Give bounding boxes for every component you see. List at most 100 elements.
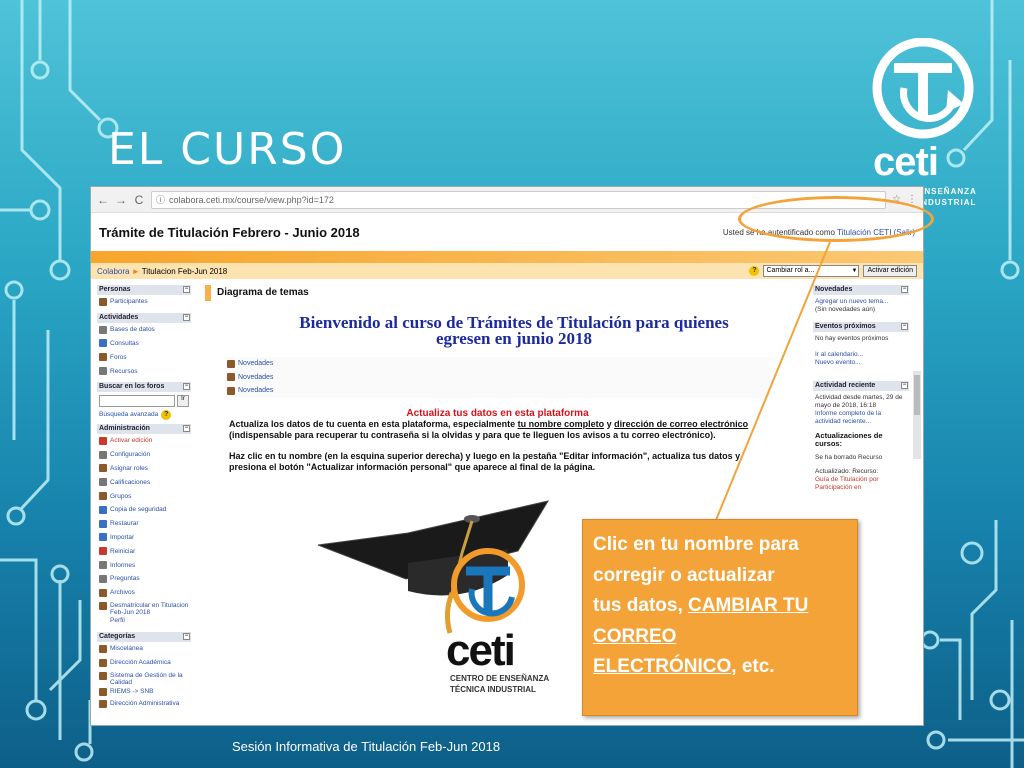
block-item[interactable]: Reiniciar: [97, 544, 191, 558]
page-scrollbar[interactable]: [913, 371, 921, 459]
course-title: Trámite de Titulación Febrero - Junio 20…: [99, 224, 360, 240]
news-item[interactable]: Novedades: [225, 357, 770, 371]
forum-search-input[interactable]: [99, 394, 175, 407]
block-buscar: Buscar en los foros − Ir Búsqueda avanzad…: [97, 381, 191, 420]
category-icon: [99, 644, 107, 653]
block-eventos: Eventos próximos − No hay eventos próximo…: [813, 322, 909, 367]
updated-item-link[interactable]: Guía de Titulación por Participación en: [815, 476, 907, 492]
callout-line-2: corregir o actualizar: [593, 564, 775, 586]
breadcrumb-arrow-icon: ►: [131, 266, 140, 276]
eventos-content: No hay eventos próximos Ir al calendario…: [813, 332, 909, 367]
collapse-icon[interactable]: −: [183, 424, 190, 432]
block-item[interactable]: Preguntas: [97, 572, 191, 586]
news-list: Novedades Novedades Novedades: [225, 357, 770, 398]
no-events-text: No hay eventos próximos: [815, 335, 889, 342]
block-item[interactable]: Informes: [97, 558, 191, 572]
block-item[interactable]: Asignar roles: [97, 462, 191, 476]
category-icon: [99, 687, 107, 696]
block-item[interactable]: Miscelánea: [97, 642, 191, 656]
block-actividad: Actividad reciente − Actividad desde mart…: [813, 381, 909, 492]
graduation-cap-icon: [317, 500, 550, 634]
block-header: Personas −: [97, 285, 191, 295]
block-administracion: Administración − Activar edición Configur…: [97, 423, 191, 625]
block-item[interactable]: Foros: [97, 350, 191, 364]
collapse-icon[interactable]: −: [183, 313, 190, 321]
collapse-icon[interactable]: −: [183, 382, 190, 390]
block-item[interactable]: Bases de datos: [97, 323, 191, 337]
block-item[interactable]: Consultas: [97, 337, 191, 351]
deleted-resource-text: Se ha borrado Recurso: [815, 454, 883, 461]
new-event-link[interactable]: Nuevo evento...: [815, 359, 907, 367]
collapse-icon[interactable]: −: [901, 382, 908, 389]
ceti-logo-subtitle: ENSEÑANZA INDUSTRIAL: [918, 186, 988, 208]
actividad-content: Actividad desde martes, 29 de mayo de 20…: [813, 391, 909, 492]
navigation-bar: Colabora ► Titulacion Feb-Jun 2018 ? Cam…: [91, 263, 923, 279]
add-topic-link[interactable]: Agregar un nuevo tema...: [815, 298, 907, 306]
block-item[interactable]: Dirección Administrativa: [97, 697, 191, 711]
folder-icon: [99, 588, 107, 597]
slide-footer: Sesión Informativa de Titulación Feb-Jun…: [232, 739, 501, 754]
unenrol-icon: [99, 601, 107, 610]
center-column: Diagrama de temas Bienvenido al curso de…: [205, 285, 803, 474]
block-header: Actividades −: [97, 312, 191, 323]
news-item[interactable]: Novedades: [225, 371, 770, 385]
block-item[interactable]: Dirección Académica: [97, 656, 191, 670]
block-item[interactable]: Recursos: [97, 364, 191, 378]
novedades-content: Agregar un nuevo tema... (Sin novedades …: [813, 295, 909, 314]
block-item[interactable]: RIEMS -> SNB: [97, 687, 191, 697]
block-item[interactable]: Copia de seguridad: [97, 503, 191, 517]
block-item[interactable]: Participantes: [97, 295, 191, 309]
calendar-link[interactable]: Ir al calendario...: [815, 351, 907, 359]
block-item[interactable]: Configuración: [97, 448, 191, 462]
block-header: Buscar en los foros −: [97, 381, 191, 392]
breadcrumb-course: Titulacion Feb-Jun 2018: [141, 266, 228, 276]
back-icon[interactable]: ←: [97, 193, 109, 207]
forward-icon[interactable]: →: [115, 193, 127, 207]
collapse-icon[interactable]: −: [901, 286, 908, 293]
block-item[interactable]: Desmatricular en Titulacion Feb-Jun 2018…: [97, 600, 191, 625]
block-item[interactable]: Activar edición: [97, 434, 191, 448]
update-title: Actualiza tus datos en esta plataforma: [406, 407, 589, 419]
advanced-search-link[interactable]: Búsqueda avanzada?: [97, 409, 191, 420]
block-header: Eventos próximos −: [813, 322, 909, 332]
block-item[interactable]: Calificaciones: [97, 475, 191, 489]
forum-icon: [99, 353, 107, 362]
help-icon[interactable]: ?: [749, 266, 760, 276]
forum-icon: [227, 359, 235, 368]
activity-since: Actividad desde martes, 29 de mayo de 20…: [815, 394, 903, 409]
left-column: Personas − Participantes Actividades − Bas…: [97, 285, 191, 714]
update-paragraph-1: Actualiza los datos de tu cuenta en esta…: [229, 418, 749, 440]
restore-icon: [99, 519, 107, 528]
reload-icon[interactable]: C: [133, 193, 145, 207]
welcome-heading: Bienvenido al curso de Trámites de Titul…: [205, 314, 803, 348]
activate-edit-button[interactable]: Activar edición: [863, 265, 917, 277]
block-header: Categorías −: [97, 632, 191, 643]
reset-icon: [99, 547, 107, 556]
news-item[interactable]: Novedades: [225, 384, 770, 398]
welcome-line-2: egresen en junio 2018: [436, 329, 592, 348]
forum-search-button[interactable]: Ir: [177, 394, 189, 407]
roles-icon: [99, 464, 107, 473]
nav-controls: ? Cambiar rol a... Activar edición: [749, 265, 917, 277]
breadcrumb-home[interactable]: Colabora: [97, 267, 129, 276]
collapse-icon[interactable]: −: [183, 633, 190, 641]
forum-icon: [227, 386, 235, 395]
callout-line-4: CORREO: [593, 625, 677, 647]
resource-icon: [99, 367, 107, 376]
help-icon[interactable]: ?: [161, 409, 172, 420]
block-actividades: Actividades − Bases de datos Consultas Fo…: [97, 312, 191, 378]
callout-box: Clic en tu nombre para corregir o actual…: [582, 519, 858, 716]
collapse-icon[interactable]: −: [901, 323, 908, 330]
block-item[interactable]: Grupos: [97, 489, 191, 503]
role-select[interactable]: Cambiar rol a...: [763, 265, 860, 277]
block-item[interactable]: Importar: [97, 531, 191, 545]
collapse-icon[interactable]: −: [183, 286, 190, 293]
callout-line-3: tus datos, CAMBIAR TU: [593, 595, 809, 616]
block-item[interactable]: Restaurar: [97, 517, 191, 531]
block-item[interactable]: Sistema de Gestión de la Calidad: [97, 670, 191, 687]
category-icon: [99, 658, 107, 667]
groups-icon: [99, 492, 107, 501]
block-item[interactable]: Archivos: [97, 586, 191, 600]
full-report-link[interactable]: Informe completo de la actividad recient…: [815, 410, 907, 426]
backup-icon: [99, 505, 107, 514]
